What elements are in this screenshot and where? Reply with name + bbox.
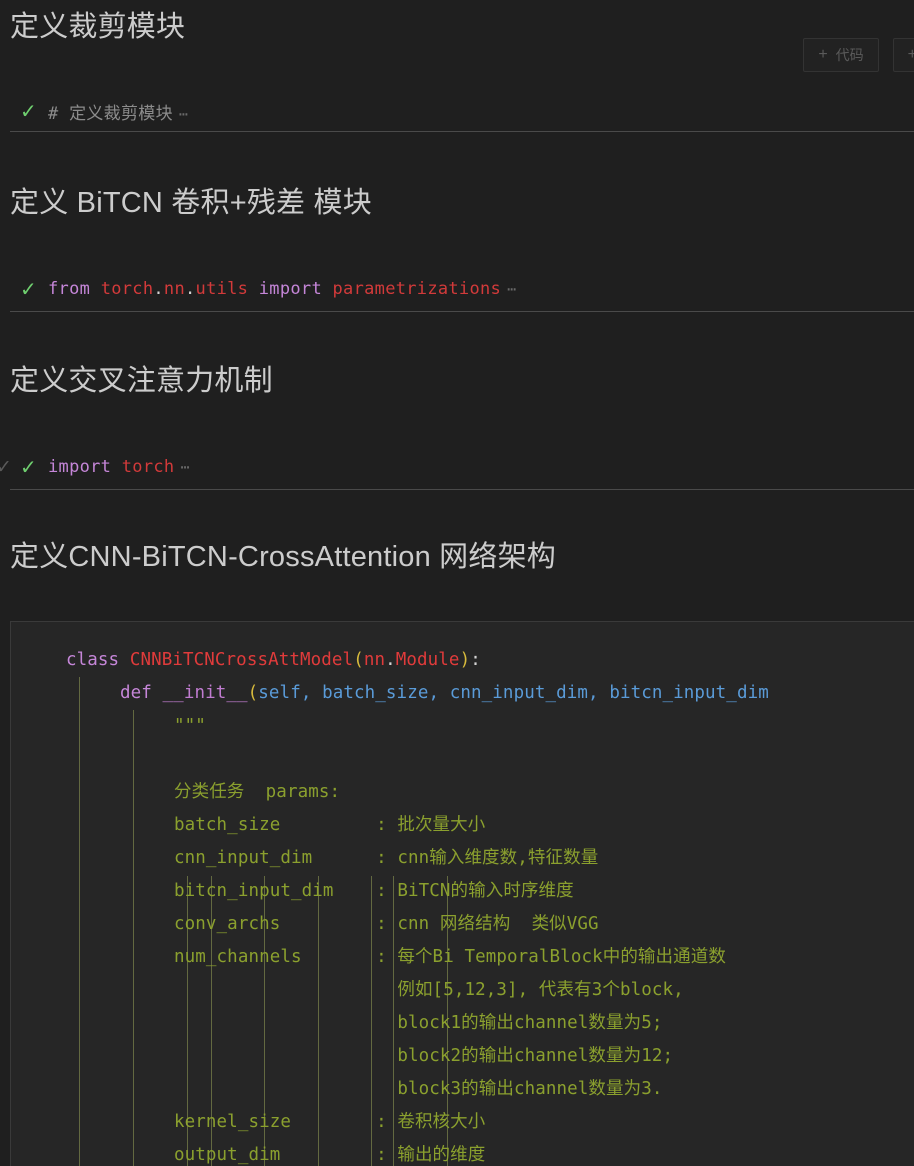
collapsed-cell-cross-attention[interactable]: ✓ ✓ import torch ⋯	[0, 444, 914, 490]
code-token: .	[385, 650, 396, 670]
code-line[interactable]: output_dim : 输出的维度	[11, 1139, 914, 1166]
code-token: nn	[363, 650, 386, 670]
heading-define-crop-module[interactable]: 定义裁剪模块	[10, 10, 185, 45]
plus-icon: +	[818, 46, 828, 63]
code-token: block2的输出channel数量为12;	[174, 1046, 674, 1066]
code-line[interactable]: num_channels : 每个Bi TemporalBlock中的输出通道数	[11, 941, 914, 974]
code-token: nn	[163, 279, 185, 299]
code-token: parametrizations	[332, 279, 502, 299]
code-token: (	[353, 650, 364, 670]
code-line[interactable]: block1的输出channel数量为5;	[11, 1007, 914, 1040]
code-token: bitcn_input_dim : BiTCN的输入时序维度	[174, 881, 574, 901]
code-token: 例如[5,12,3], 代表有3个block,	[174, 980, 684, 1000]
code-token: conv_archs : cnn 网络结构 类似VGG	[174, 914, 599, 934]
code-line[interactable]: batch_size : 批次量大小	[11, 809, 914, 842]
code-token: num_channels : 每个Bi TemporalBlock中的输出通道数	[174, 947, 726, 967]
code-token: )	[459, 650, 471, 670]
code-token: kernel_size : 卷积核大小	[174, 1112, 486, 1132]
code-token: CNNBiTCNCrossAttModel	[129, 650, 354, 670]
code-token: Module	[395, 650, 460, 670]
check-icon: ✓	[0, 456, 12, 478]
code-token: utils	[195, 279, 249, 299]
cell-separator	[10, 311, 914, 312]
add-code-cell-label: 代码	[835, 47, 864, 63]
code-line[interactable]: 分类任务 params:	[11, 776, 914, 809]
collapsed-code-preview[interactable]: import torch ⋯	[48, 457, 190, 477]
collapsed-cell-bitcn-module[interactable]: ✓ from torch.nn.utils import parametrizat…	[0, 266, 914, 312]
code-token: from	[48, 279, 101, 299]
add-cell-toolbar: + 代码 +	[803, 38, 914, 72]
add-code-cell-button[interactable]: + 代码	[803, 38, 879, 72]
code-token: bitcn_input_dim	[609, 683, 769, 703]
collapsed-cell-crop-module[interactable]: ✓ # 定义裁剪模块 ⋯	[0, 88, 914, 134]
add-other-cell-button[interactable]: +	[892, 38, 914, 72]
check-icon[interactable]: ✓	[20, 101, 37, 121]
code-token: (	[247, 683, 259, 703]
code-line[interactable]: def __init__(self, batch_size, cnn_input…	[11, 677, 914, 710]
code-line[interactable]: conv_archs : cnn 网络结构 类似VGG	[11, 908, 914, 941]
code-line[interactable]: cnn_input_dim : cnn输入维度数,特征数量	[11, 842, 914, 875]
code-token: ,	[588, 683, 610, 703]
code-token: self	[258, 683, 301, 703]
expand-ellipsis-icon[interactable]: ⋯	[174, 458, 189, 476]
plus-icon: +	[907, 46, 914, 63]
code-token: import	[248, 279, 333, 299]
code-token: cnn_input_dim : cnn输入维度数,特征数量	[174, 848, 599, 868]
code-token: ,	[300, 683, 323, 703]
code-token: def	[120, 683, 163, 703]
heading-define-bitcn-module[interactable]: 定义 BiTCN 卷积+残差 模块	[10, 186, 372, 221]
code-token: batch_size : 批次量大小	[174, 815, 486, 835]
code-token: #	[48, 103, 59, 124]
code-token: output_dim : 输出的维度	[174, 1145, 486, 1165]
code-editor-content[interactable]: class CNNBiTCNCrossAttModel(nn.Module): d…	[11, 622, 914, 1166]
collapsed-code-preview[interactable]: from torch.nn.utils import parametrizati…	[48, 279, 516, 299]
code-token: block3的输出channel数量为3.	[174, 1079, 663, 1099]
code-editor-block[interactable]: class CNNBiTCNCrossAttModel(nn.Module): d…	[10, 621, 914, 1166]
code-line[interactable]: block2的输出channel数量为12;	[11, 1040, 914, 1073]
code-token: 分类任务 params:	[174, 782, 341, 802]
expand-ellipsis-icon[interactable]: ⋯	[501, 280, 516, 298]
code-token: :	[470, 650, 481, 670]
code-token: """	[174, 716, 206, 736]
code-line[interactable]: 例如[5,12,3], 代表有3个block,	[11, 974, 914, 1007]
code-token: cnn_input_dim	[449, 683, 589, 703]
check-icon[interactable]: ✓	[20, 279, 37, 299]
code-line[interactable]: block3的输出channel数量为3.	[11, 1073, 914, 1106]
code-line[interactable]: kernel_size : 卷积核大小	[11, 1106, 914, 1139]
code-line[interactable]: """	[11, 710, 914, 743]
code-token: import	[48, 457, 122, 477]
code-line[interactable]: bitcn_input_dim : BiTCN的输入时序维度	[11, 875, 914, 908]
code-line[interactable]: class CNNBiTCNCrossAttModel(nn.Module):	[11, 644, 914, 677]
code-token: .	[185, 279, 196, 299]
code-token: batch_size	[322, 683, 429, 703]
heading-define-network-architecture[interactable]: 定义CNN-BiTCN-CrossAttention 网络架构	[10, 540, 556, 575]
code-token: torch	[121, 457, 175, 477]
code-token: class	[66, 650, 130, 670]
code-line[interactable]	[11, 743, 914, 776]
heading-define-cross-attention[interactable]: 定义交叉注意力机制	[10, 364, 273, 399]
cell-separator	[10, 131, 914, 132]
code-token: block1的输出channel数量为5;	[174, 1013, 663, 1033]
collapsed-code-preview[interactable]: # 定义裁剪模块 ⋯	[48, 99, 188, 124]
code-token: torch	[100, 279, 154, 299]
code-token: .	[153, 279, 164, 299]
code-token: __init__	[162, 683, 248, 703]
notebook-scroll-area[interactable]: + 代码 + 定义裁剪模块 ✓ # 定义裁剪模块 ⋯ 定义 BiTCN 卷积+残差 模块…	[0, 0, 914, 1166]
expand-ellipsis-icon[interactable]: ⋯	[173, 105, 188, 123]
code-token: ,	[428, 683, 450, 703]
cell-separator	[10, 489, 914, 490]
check-icon[interactable]: ✓	[20, 457, 37, 477]
code-token: 定义裁剪模块	[58, 103, 173, 124]
